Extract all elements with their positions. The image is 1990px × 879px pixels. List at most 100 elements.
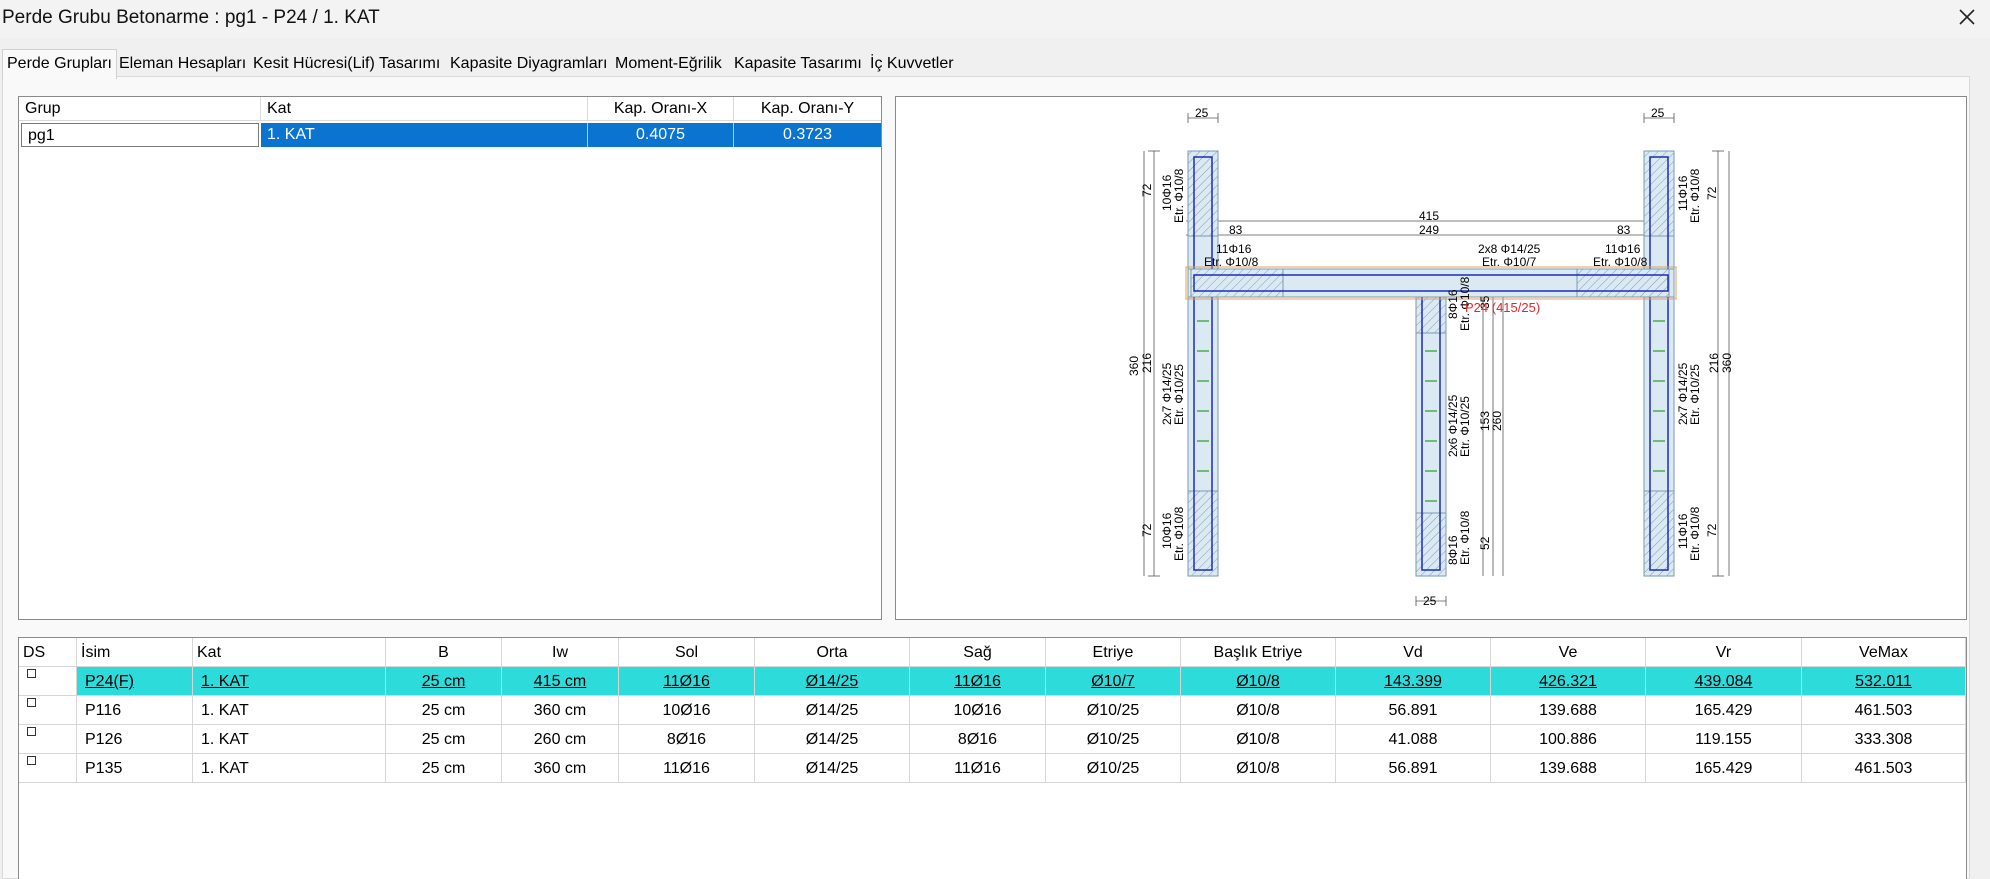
tab-kapasite-diyagramlari[interactable]: Kapasite Diyagramları bbox=[446, 53, 611, 77]
dim-top-left: 25 bbox=[1195, 106, 1209, 120]
col-grup[interactable]: Grup bbox=[19, 97, 261, 121]
cell-vd[interactable]: 56.891 bbox=[1336, 696, 1491, 725]
col-vd[interactable]: Vd bbox=[1336, 638, 1491, 667]
col-etriye[interactable]: Etriye bbox=[1046, 638, 1181, 667]
close-icon[interactable] bbox=[1954, 4, 1980, 30]
cell-b[interactable]: 25 cm bbox=[386, 696, 502, 725]
cell-baslik-etriye[interactable]: Ø10/8 bbox=[1181, 696, 1336, 725]
cell-b[interactable]: 25 cm bbox=[386, 667, 502, 696]
cell-kat[interactable]: 1. KAT bbox=[193, 696, 386, 725]
tab-kapasite-tasarimi[interactable]: Kapasite Tasarımı bbox=[730, 53, 866, 77]
cell-sol[interactable]: 10Ø16 bbox=[619, 696, 755, 725]
tab-perde-gruplari[interactable]: Perde Grupları bbox=[2, 49, 117, 79]
cell-sol[interactable]: 11Ø16 bbox=[619, 754, 755, 783]
col-kat[interactable]: Kat bbox=[193, 638, 386, 667]
cell-etriye[interactable]: Ø10/25 bbox=[1046, 696, 1181, 725]
shear-wall-section: 25 25 25 415 249 83 83 11Φ16 Etr. Φ10/8 … bbox=[1127, 106, 1734, 608]
tab-eleman-hesaplari[interactable]: Eleman Hesapları bbox=[115, 53, 250, 77]
col-b[interactable]: B bbox=[386, 638, 502, 667]
cell-iw[interactable]: 360 cm bbox=[502, 754, 619, 783]
col-sag[interactable]: Sağ bbox=[910, 638, 1046, 667]
cell-kat[interactable]: 1. KAT bbox=[193, 667, 386, 696]
cell-sol[interactable]: 11Ø16 bbox=[619, 667, 755, 696]
cell-sag[interactable]: 8Ø16 bbox=[910, 725, 1046, 754]
cell-orta[interactable]: Ø14/25 bbox=[755, 754, 910, 783]
element-grid[interactable]: DS İsim Kat B Iw Sol Orta Sağ Etriye Baş… bbox=[18, 637, 1967, 879]
cell-ve[interactable]: 139.688 bbox=[1491, 696, 1646, 725]
tab-kesit-hucresi[interactable]: Kesit Hücresi(Lif) Tasarımı bbox=[249, 53, 444, 77]
cell-isim[interactable]: P24(F) bbox=[77, 667, 193, 696]
cell-sag[interactable]: 10Ø16 bbox=[910, 696, 1046, 725]
cell-kat[interactable]: 1. KAT bbox=[261, 123, 588, 147]
table-row[interactable]: P126 1. KAT 25 cm 260 cm 8Ø16 Ø14/25 8Ø1… bbox=[19, 725, 1966, 754]
cell-iw[interactable]: 415 cm bbox=[502, 667, 619, 696]
cell-b[interactable]: 25 cm bbox=[386, 725, 502, 754]
tab-moment-egrilik[interactable]: Moment-Eğrilik bbox=[611, 53, 726, 77]
cell-isim[interactable]: P126 bbox=[77, 725, 193, 754]
cell-etriye[interactable]: Ø10/7 bbox=[1046, 667, 1181, 696]
cell-vr[interactable]: 119.155 bbox=[1646, 725, 1802, 754]
cell-etriye[interactable]: Ø10/25 bbox=[1046, 754, 1181, 783]
cell-sag[interactable]: 11Ø16 bbox=[910, 754, 1046, 783]
col-isim[interactable]: İsim bbox=[77, 638, 193, 667]
cell-vemax[interactable]: 532.011 bbox=[1802, 667, 1966, 696]
col-vemax[interactable]: VeMax bbox=[1802, 638, 1966, 667]
col-iw[interactable]: Iw bbox=[502, 638, 619, 667]
cell-vemax[interactable]: 333.308 bbox=[1802, 725, 1966, 754]
cell-sag[interactable]: 11Ø16 bbox=[910, 667, 1046, 696]
cell-grup[interactable]: pg1 bbox=[21, 123, 259, 147]
cell-vd[interactable]: 41.088 bbox=[1336, 725, 1491, 754]
col-ve[interactable]: Ve bbox=[1491, 638, 1646, 667]
cell-ve[interactable]: 426.321 bbox=[1491, 667, 1646, 696]
col-kap-x[interactable]: Kap. Oranı-X bbox=[588, 97, 734, 121]
col-kat[interactable]: Kat bbox=[261, 97, 588, 121]
cell-vemax[interactable]: 461.503 bbox=[1802, 696, 1966, 725]
center-bot-stirrup: Etr. Φ10/8 bbox=[1458, 510, 1472, 565]
cell-vr[interactable]: 165.429 bbox=[1646, 696, 1802, 725]
cell-orta[interactable]: Ø14/25 bbox=[755, 667, 910, 696]
cell-iw[interactable]: 360 cm bbox=[502, 696, 619, 725]
col-sol[interactable]: Sol bbox=[619, 638, 755, 667]
cell-vr[interactable]: 165.429 bbox=[1646, 754, 1802, 783]
table-row[interactable]: P135 1. KAT 25 cm 360 cm 11Ø16 Ø14/25 11… bbox=[19, 754, 1966, 783]
cell-etriye[interactable]: Ø10/25 bbox=[1046, 725, 1181, 754]
cell-iw[interactable]: 260 cm bbox=[502, 725, 619, 754]
cell-kap-y[interactable]: 0.3723 bbox=[734, 123, 881, 147]
cell-kat[interactable]: 1. KAT bbox=[193, 754, 386, 783]
cell-vd[interactable]: 56.891 bbox=[1336, 754, 1491, 783]
ds-checkbox[interactable] bbox=[27, 698, 36, 707]
web-mid-stirrup: Etr. Φ10/7 bbox=[1482, 255, 1537, 269]
cell-kap-x[interactable]: 0.4075 bbox=[588, 123, 734, 147]
table-row[interactable]: P24(F) 1. KAT 25 cm 415 cm 11Ø16 Ø14/25 … bbox=[19, 667, 1966, 696]
ds-checkbox[interactable] bbox=[27, 669, 36, 678]
cell-baslik-etriye[interactable]: Ø10/8 bbox=[1181, 754, 1336, 783]
table-row[interactable]: P116 1. KAT 25 cm 360 cm 10Ø16 Ø14/25 10… bbox=[19, 696, 1966, 725]
cell-ve[interactable]: 100.886 bbox=[1491, 725, 1646, 754]
cell-ve[interactable]: 139.688 bbox=[1491, 754, 1646, 783]
cell-isim[interactable]: P135 bbox=[77, 754, 193, 783]
cell-sol[interactable]: 8Ø16 bbox=[619, 725, 755, 754]
group-grid[interactable]: Grup Kat Kap. Oranı-X Kap. Oranı-Y pg1 1… bbox=[18, 96, 882, 620]
cell-baslik-etriye[interactable]: Ø10/8 bbox=[1181, 667, 1336, 696]
web-left-stirrup: Etr. Φ10/8 bbox=[1204, 255, 1259, 269]
cell-orta[interactable]: Ø14/25 bbox=[755, 725, 910, 754]
col-baslik-etriye[interactable]: Başlık Etriye bbox=[1181, 638, 1336, 667]
cell-orta[interactable]: Ø14/25 bbox=[755, 696, 910, 725]
col-orta[interactable]: Orta bbox=[755, 638, 910, 667]
col-vr[interactable]: Vr bbox=[1646, 638, 1802, 667]
cell-kat[interactable]: 1. KAT bbox=[193, 725, 386, 754]
cell-vr[interactable]: 439.084 bbox=[1646, 667, 1802, 696]
cell-b[interactable]: 25 cm bbox=[386, 754, 502, 783]
table-row[interactable]: pg1 1. KAT 0.4075 0.3723 bbox=[21, 123, 881, 147]
ds-checkbox[interactable] bbox=[27, 756, 36, 765]
cell-baslik-etriye[interactable]: Ø10/8 bbox=[1181, 725, 1336, 754]
tab-ic-kuvvetler[interactable]: İç Kuvvetler bbox=[866, 53, 958, 77]
ds-checkbox[interactable] bbox=[27, 727, 36, 736]
col-kap-y[interactable]: Kap. Oranı-Y bbox=[734, 97, 881, 121]
left-top-stirrup: Etr. Φ10/8 bbox=[1172, 168, 1186, 223]
dim-249: 249 bbox=[1419, 223, 1439, 237]
cell-vd[interactable]: 143.399 bbox=[1336, 667, 1491, 696]
col-ds[interactable]: DS bbox=[19, 638, 77, 667]
cell-isim[interactable]: P116 bbox=[77, 696, 193, 725]
cell-vemax[interactable]: 461.503 bbox=[1802, 754, 1966, 783]
